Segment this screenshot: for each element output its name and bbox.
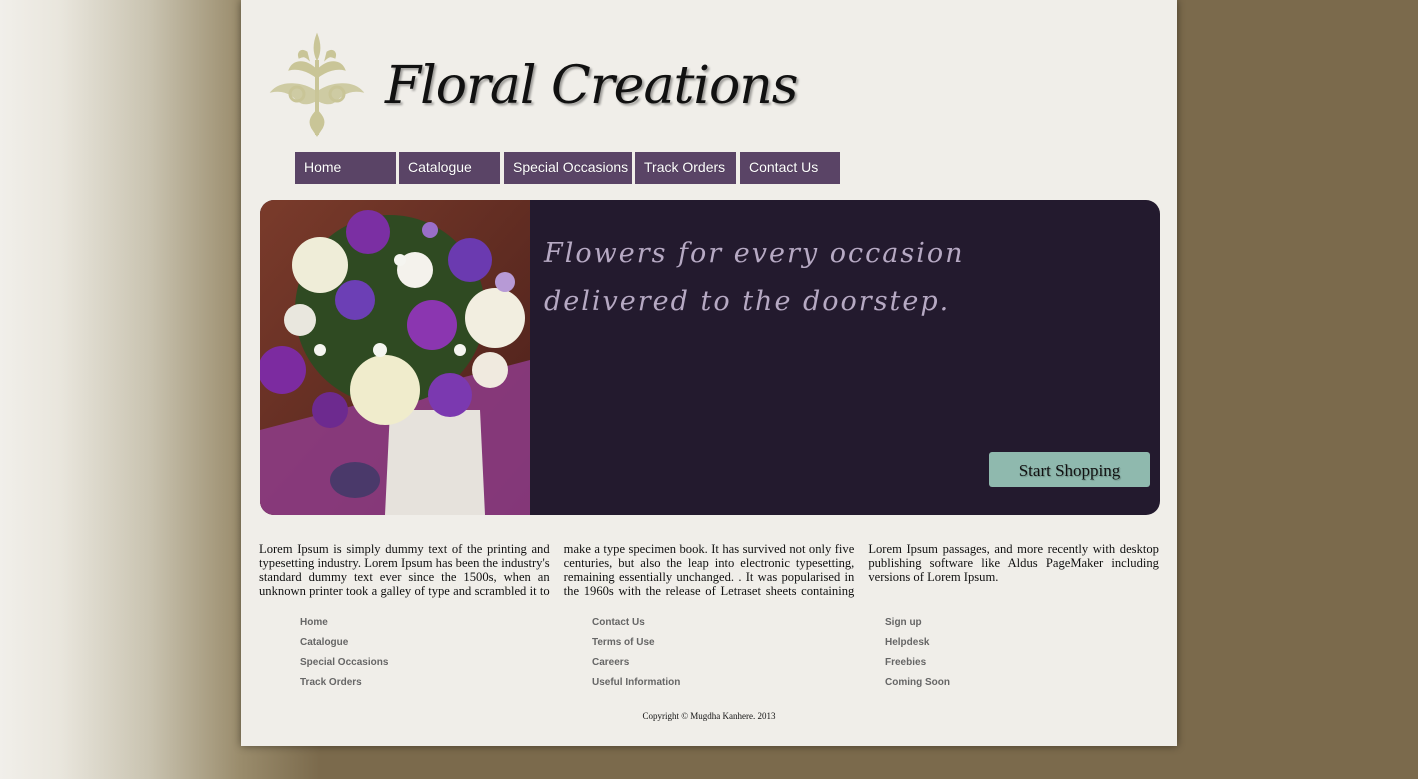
footer-link-sign-up[interactable]: Sign up <box>885 617 950 637</box>
copyright-text: Copyright © Mugdha Kanhere. 2013 <box>642 711 776 721</box>
footer-link-catalogue[interactable]: Catalogue <box>300 637 388 657</box>
footer-column-3: Sign up Helpdesk Freebies Coming Soon <box>885 617 950 697</box>
footer-link-helpdesk[interactable]: Helpdesk <box>885 637 950 657</box>
intro-text: Lorem Ipsum is simply dummy text of the … <box>259 542 1159 598</box>
nav-item-track-orders[interactable]: Track Orders <box>635 152 736 184</box>
footer-link-useful-information[interactable]: Useful Information <box>592 677 680 697</box>
footer-link-coming-soon[interactable]: Coming Soon <box>885 677 950 697</box>
hero-tagline: Flowers for every occasion delivered to … <box>544 230 965 326</box>
site-logo[interactable]: Floral Creations <box>267 30 798 140</box>
nav-item-home[interactable]: Home <box>295 152 396 184</box>
tagline-line-2: delivered to the doorstep. <box>544 286 951 317</box>
footer-link-careers[interactable]: Careers <box>592 657 680 677</box>
footer-column-2: Contact Us Terms of Use Careers Useful I… <box>592 617 680 697</box>
footer-link-home[interactable]: Home <box>300 617 388 637</box>
footer-link-terms-of-use[interactable]: Terms of Use <box>592 637 680 657</box>
footer-column-1: Home Catalogue Special Occasions Track O… <box>300 617 388 697</box>
floral-ornament-icon <box>269 32 365 137</box>
footer-link-freebies[interactable]: Freebies <box>885 657 950 677</box>
page-container: Floral Creations Home Catalogue Special … <box>241 0 1177 746</box>
footer-link-special-occasions[interactable]: Special Occasions <box>300 657 388 677</box>
flower-bouquet-image <box>260 200 530 515</box>
nav-item-contact-us[interactable]: Contact Us <box>740 152 840 184</box>
nav-item-special-occasions[interactable]: Special Occasions <box>504 152 632 184</box>
start-shopping-button[interactable]: Start Shopping <box>989 452 1150 487</box>
hero-banner: Flowers for every occasion delivered to … <box>260 200 1160 515</box>
footer-link-track-orders[interactable]: Track Orders <box>300 677 388 697</box>
brand-name: Floral Creations <box>385 56 798 116</box>
nav-item-catalogue[interactable]: Catalogue <box>399 152 500 184</box>
footer-link-contact-us[interactable]: Contact Us <box>592 617 680 637</box>
tagline-line-1: Flowers for every occasion <box>544 238 965 269</box>
